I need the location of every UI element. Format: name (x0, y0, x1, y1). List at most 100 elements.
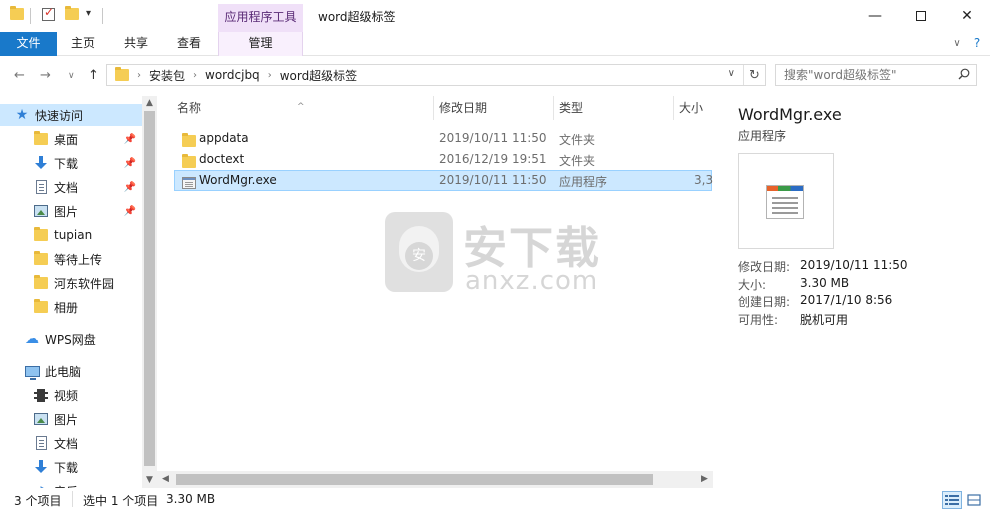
scroll-down-icon[interactable]: ▼ (142, 473, 157, 488)
status-bar: 3 个项目 选中 1 个项目 3.30 MB (0, 488, 990, 512)
address-bar[interactable]: › 安装包 › wordcjbq › word超级标签 ∨ ↻ (106, 64, 766, 86)
nav-scrollbar[interactable]: ▲ ▼ (142, 96, 157, 488)
prop-size-value: 3.30 MB (800, 276, 850, 290)
scroll-left-icon[interactable]: ◀ (157, 471, 174, 488)
breadcrumb-item[interactable]: wordcjbq (205, 68, 260, 82)
file-list-hscrollbar[interactable]: ◀ ▶ (157, 471, 713, 488)
download-icon (33, 460, 49, 474)
large-icons-view-button[interactable] (964, 491, 984, 509)
close-button[interactable]: ✕ (944, 0, 990, 32)
status-selected-count: 选中 1 个项目 (83, 494, 159, 508)
pin-icon[interactable]: 📌 (124, 182, 136, 193)
column-header-label: 大小 (679, 101, 704, 115)
nav-item-quick-access[interactable]: ★ 快速访问 (0, 104, 142, 126)
scroll-thumb[interactable] (176, 474, 653, 485)
pin-icon[interactable]: 📌 (124, 134, 136, 145)
file-name: appdata (199, 131, 249, 145)
watermark-url: anxz.com (465, 266, 599, 296)
file-row-selected[interactable]: WordMgr.exe 2019/10/11 11:50 应用程序 3,3 (174, 170, 713, 191)
column-header-label: 修改日期 (439, 101, 488, 115)
properties-check-icon[interactable] (42, 5, 55, 21)
nav-item-label: 桌面 (54, 132, 79, 147)
column-header-size[interactable]: 大小 (674, 96, 713, 120)
file-date: 2019/10/11 11:50 (439, 131, 547, 145)
nav-item-hedong[interactable]: 河东软件园 (0, 272, 142, 294)
up-button[interactable]: ↑ (88, 68, 99, 83)
large-icons-view-icon (967, 494, 981, 506)
help-icon[interactable]: ? (968, 32, 986, 56)
column-header-label: 类型 (559, 101, 584, 115)
nav-item-wps-drive[interactable]: ☁ WPS网盘 (0, 328, 142, 350)
nav-item-label: 相册 (54, 300, 79, 315)
search-input[interactable] (776, 65, 952, 85)
scroll-thumb[interactable] (144, 111, 155, 466)
file-size: 3,3 (694, 173, 713, 187)
address-dropdown-icon[interactable]: ∨ (728, 68, 735, 79)
column-header-date[interactable]: 修改日期 (434, 96, 554, 120)
maximize-button[interactable] (898, 0, 944, 32)
document-icon (33, 180, 49, 194)
details-view-button[interactable] (942, 491, 962, 509)
breadcrumb-item[interactable]: 安装包 (149, 67, 185, 84)
status-item-count: 3 个项目 (14, 494, 62, 508)
separator (102, 8, 103, 24)
title-bar: ▾ 应用程序工具 word超级标签 — ✕ (0, 0, 990, 32)
nav-item-label: 文档 (54, 180, 79, 195)
back-button[interactable]: ← (14, 68, 25, 83)
recent-locations-button[interactable]: ∨ (68, 71, 75, 81)
prop-label: 大小: (738, 278, 767, 292)
search-box[interactable] (775, 64, 977, 86)
status-selected-size: 3.30 MB (166, 492, 216, 506)
prop-modified-value: 2019/10/11 11:50 (800, 258, 908, 272)
breadcrumb-item[interactable]: word超级标签 (280, 67, 358, 84)
file-row[interactable]: doctext 2016/12/19 19:51 文件夹 (174, 149, 712, 170)
file-date: 2019/10/11 11:50 (439, 173, 547, 187)
nav-item-album[interactable]: 相册 (0, 296, 142, 318)
tab-home[interactable]: 主页 (57, 32, 109, 56)
nav-item-music[interactable]: ♪ 音乐 (0, 480, 142, 488)
chevron-down-icon: ∨ (68, 71, 75, 81)
nav-item-videos[interactable]: 视频 (0, 384, 142, 406)
nav-item-label: 图片 (54, 204, 79, 219)
new-folder-icon[interactable] (65, 6, 79, 20)
nav-item-desktop[interactable]: 桌面 📌 (0, 128, 142, 150)
nav-item-documents[interactable]: 文档 📌 (0, 176, 142, 198)
computer-icon (24, 364, 40, 380)
minimize-button[interactable]: — (852, 0, 898, 32)
nav-item-this-pc[interactable]: 此电脑 (0, 360, 142, 382)
nav-item-pictures[interactable]: 图片 📌 (0, 200, 142, 222)
tab-manage[interactable]: 管理 (218, 32, 303, 56)
quick-access-dropdown-icon[interactable]: ▾ (86, 8, 91, 19)
pin-icon[interactable]: 📌 (124, 158, 136, 169)
minimize-icon: — (868, 8, 882, 24)
refresh-button[interactable]: ↻ (743, 65, 765, 85)
file-date: 2016/12/19 19:51 (439, 152, 547, 166)
tab-view[interactable]: 查看 (163, 32, 215, 56)
nav-item-downloads[interactable]: 下载 📌 (0, 152, 142, 174)
pin-icon[interactable]: 📌 (124, 206, 136, 217)
column-header-name[interactable]: 名称 ^ (157, 96, 434, 120)
nav-item-label: 视频 (54, 388, 79, 403)
scroll-right-icon[interactable]: ▶ (696, 471, 713, 488)
refresh-icon: ↻ (749, 67, 760, 83)
nav-item-pc-pictures[interactable]: 图片 (0, 408, 142, 430)
file-type: 应用程序 (559, 175, 608, 189)
forward-button[interactable]: → (40, 68, 51, 83)
tab-share[interactable]: 共享 (109, 32, 163, 56)
download-icon (33, 156, 49, 170)
ribbon-expand-icon[interactable]: ∨ (948, 32, 966, 56)
tab-file[interactable]: 文件 (0, 32, 57, 56)
scroll-up-icon[interactable]: ▲ (142, 96, 157, 111)
column-header-type[interactable]: 类型 (554, 96, 674, 120)
nav-item-pending-upload[interactable]: 等待上传 (0, 248, 142, 270)
prop-label: 创建日期: (738, 295, 791, 309)
nav-item-tupian[interactable]: tupian (0, 224, 142, 246)
folder-icon (115, 67, 129, 81)
nav-item-label: 下载 (54, 156, 79, 171)
nav-item-pc-documents[interactable]: 文档 (0, 432, 142, 454)
folder-icon (33, 227, 49, 242)
window-title: word超级标签 (318, 10, 396, 24)
file-row[interactable]: appdata 2019/10/11 11:50 文件夹 (174, 128, 712, 149)
nav-item-label: 此电脑 (45, 364, 82, 379)
nav-item-pc-downloads[interactable]: 下载 (0, 456, 142, 478)
